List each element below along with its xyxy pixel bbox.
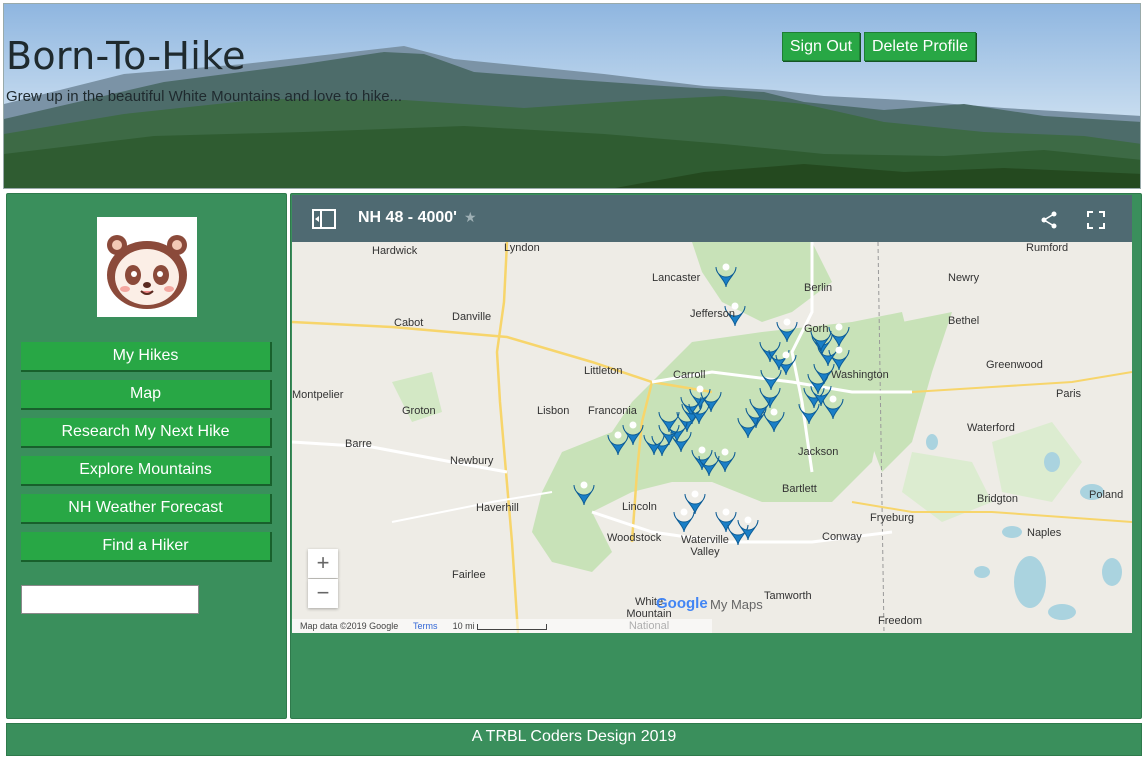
share-icon[interactable] xyxy=(1040,211,1058,229)
zoom-in-button[interactable]: + xyxy=(308,549,338,578)
map-label: Haverhill xyxy=(476,502,519,514)
map-label: Lisbon xyxy=(537,405,570,417)
map-label: Lyndon xyxy=(504,242,540,254)
panda-avatar-icon xyxy=(107,235,187,309)
map-label: Greenwood xyxy=(986,359,1043,371)
scale-label: 10 mi xyxy=(452,621,475,631)
map-label: Montpelier xyxy=(292,389,344,401)
map-label: Waterville Valley xyxy=(681,534,729,558)
sidebar-toggle-icon[interactable] xyxy=(312,209,336,229)
map-label: Carroll xyxy=(673,369,706,381)
map-label: Newry xyxy=(948,272,980,284)
map-label: Cabot xyxy=(394,317,424,329)
map-label: Bridgton xyxy=(977,493,1018,505)
map-label: Freedom xyxy=(878,615,923,627)
map-label: Fryeburg xyxy=(870,512,915,524)
nav-explore-mountains-button[interactable]: Explore Mountains xyxy=(21,456,272,486)
map-attribution: Map data ©2019 Google xyxy=(300,621,399,631)
map-label: Paris xyxy=(1056,388,1082,400)
my-maps-label: My Maps xyxy=(710,597,763,612)
map-label: Littleton xyxy=(584,365,623,377)
map-label: Gorh xyxy=(804,323,829,335)
map-label: Lancaster xyxy=(652,272,701,284)
nav-my-hikes-button[interactable]: My Hikes xyxy=(21,342,272,372)
fullscreen-icon[interactable] xyxy=(1087,211,1105,229)
map-label: Poland xyxy=(1089,489,1124,501)
map-terrain-graphic xyxy=(292,242,1132,633)
map-label: Tamworth xyxy=(764,590,812,602)
map-label: Conway xyxy=(822,531,862,543)
terms-link[interactable]: Terms xyxy=(413,621,438,631)
map-label: Fairlee xyxy=(452,569,486,581)
page-footer: A TRBL Coders Design 2019 xyxy=(6,723,1142,756)
nav-research-next-hike-button[interactable]: Research My Next Hike xyxy=(21,418,272,448)
page-header: Born-To-Hike Grew up in the beautiful Wh… xyxy=(3,3,1141,189)
map-label: Bartlett xyxy=(782,483,817,495)
map-label: Groton xyxy=(402,405,436,417)
app-root: Born-To-Hike Grew up in the beautiful Wh… xyxy=(0,0,1146,758)
star-icon[interactable]: ★ xyxy=(464,209,477,226)
map-label: Washington xyxy=(831,369,889,381)
site-title: Born-To-Hike xyxy=(6,34,246,78)
nav-find-hiker-button[interactable]: Find a Hiker xyxy=(21,532,272,562)
embedded-map[interactable]: NH 48 - 4000' ★ Lyndon Hardwick Lancaste… xyxy=(292,195,1132,633)
map-label: Rumford xyxy=(1026,242,1069,254)
zoom-out-button[interactable]: − xyxy=(308,579,338,608)
delete-profile-button[interactable]: Delete Profile xyxy=(864,32,976,61)
map-label: Danville xyxy=(452,311,492,323)
map-label: Berlin xyxy=(804,282,833,294)
sidebar: My Hikes Map Research My Next Hike Explo… xyxy=(6,193,287,719)
site-tagline: Grew up in the beautiful White Mountains… xyxy=(6,88,403,105)
map-attribution-bar: Map data ©2019 Google Terms 10 mi xyxy=(292,619,712,633)
sign-out-button[interactable]: Sign Out xyxy=(782,32,860,61)
map-label: Bethel xyxy=(948,315,980,327)
map-label: Hardwick xyxy=(372,245,418,257)
map-label: Franconia xyxy=(588,405,637,417)
scale-bar xyxy=(477,623,548,630)
map-canvas[interactable]: Lyndon Hardwick Lancaster Berlin Rumford… xyxy=(292,242,1132,633)
map-label: Jackson xyxy=(798,446,839,458)
nav-map-button[interactable]: Map xyxy=(21,380,272,410)
map-label: Barre xyxy=(345,438,372,450)
map-title: NH 48 - 4000' xyxy=(358,209,457,226)
map-toolbar: NH 48 - 4000' ★ xyxy=(292,195,1132,242)
map-label: Jefferson xyxy=(690,308,736,320)
sidebar-text-input[interactable] xyxy=(21,585,199,614)
map-label: Naples xyxy=(1027,527,1062,539)
map-label: Newbury xyxy=(450,455,494,467)
main-panel: NH 48 - 4000' ★ Lyndon Hardwick Lancaste… xyxy=(290,193,1142,719)
map-label: Waterford xyxy=(967,422,1015,434)
map-label: Lincoln xyxy=(622,501,657,513)
map-label: Woodstock xyxy=(607,532,662,544)
nav-weather-forecast-button[interactable]: NH Weather Forecast xyxy=(21,494,272,524)
user-avatar xyxy=(97,217,197,317)
google-logo: Google xyxy=(656,595,708,612)
